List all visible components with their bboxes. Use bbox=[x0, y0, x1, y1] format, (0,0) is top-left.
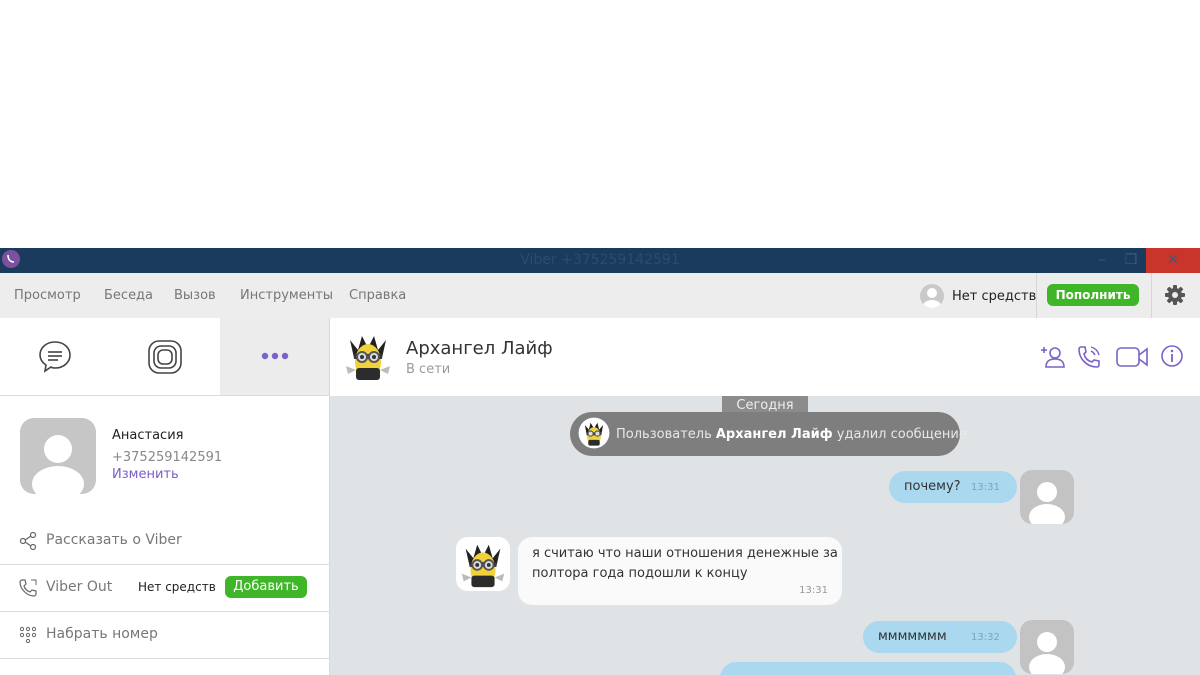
sidebar-item-share[interactable]: Рассказать о Viber bbox=[0, 518, 329, 565]
message-time: 13:31 bbox=[971, 482, 1000, 493]
sidebar-item[interactable] bbox=[0, 659, 329, 675]
tab-contacts[interactable] bbox=[110, 318, 220, 395]
window-title: Viber +375259142591 bbox=[520, 252, 680, 268]
outgoing-message[interactable]: ммммммм 13:32 bbox=[863, 621, 1017, 653]
outgoing-message[interactable]: почему? 13:31 bbox=[889, 471, 1017, 503]
menu-tools[interactable]: Инструменты bbox=[240, 288, 333, 303]
add-participant-icon[interactable] bbox=[1040, 344, 1066, 370]
call-icon[interactable] bbox=[1076, 344, 1102, 370]
menu-view[interactable]: Просмотр bbox=[14, 288, 81, 303]
sidebar-tabs bbox=[0, 318, 329, 396]
notice-text: Пользователь Архангел Лайф удалил сообще… bbox=[616, 427, 967, 442]
message-text: ммммммм bbox=[878, 629, 947, 644]
message-text: я считаю что наши отношения денежные за bbox=[532, 546, 838, 561]
tab-chats[interactable] bbox=[0, 318, 110, 395]
edit-profile-link[interactable]: Изменить bbox=[112, 467, 179, 482]
sidebar-item-label: Рассказать о Viber bbox=[46, 532, 182, 548]
account-balance[interactable]: Нет средств bbox=[920, 283, 1036, 309]
incoming-message[interactable]: я считаю что наши отношения денежные за … bbox=[518, 537, 842, 605]
account-avatar bbox=[920, 284, 944, 308]
add-credit-button[interactable]: Добавить bbox=[225, 576, 307, 598]
balance-text: Нет средств bbox=[952, 288, 1037, 304]
sidebar-item-label: Набрать номер bbox=[46, 626, 158, 642]
profile-name: Анастасия bbox=[112, 428, 184, 443]
close-button[interactable]: ✕ bbox=[1146, 248, 1200, 273]
gear-icon[interactable] bbox=[1164, 284, 1186, 306]
profile-phone: +375259142591 bbox=[112, 450, 223, 465]
sidebar: Анастасия +375259142591 Изменить Рассказ… bbox=[0, 318, 330, 675]
video-call-icon[interactable] bbox=[1115, 344, 1149, 370]
divider bbox=[1036, 273, 1037, 318]
chats-icon bbox=[39, 341, 71, 373]
title-bar: Viber +375259142591 – ❐ ✕ bbox=[0, 248, 1200, 273]
divider bbox=[1151, 273, 1152, 318]
menu-bar: Просмотр Беседа Вызов Инструменты Справк… bbox=[0, 273, 1200, 319]
contact-name: Архангел Лайф bbox=[406, 338, 553, 359]
menu-call[interactable]: Вызов bbox=[174, 288, 216, 303]
tab-more[interactable] bbox=[220, 318, 329, 395]
contact-avatar bbox=[578, 417, 610, 449]
message-text: почему? bbox=[904, 479, 961, 494]
sidebar-item-dial[interactable]: Набрать номер bbox=[0, 612, 329, 659]
avatar bbox=[1020, 470, 1074, 524]
avatar[interactable] bbox=[20, 418, 96, 494]
message-list[interactable]: Сегодня Пользователь Архангел Лайф удали… bbox=[330, 396, 1200, 675]
contact-status: В сети bbox=[406, 362, 451, 377]
minimize-button[interactable]: – bbox=[1088, 248, 1116, 273]
message-time: 13:32 bbox=[971, 632, 1000, 643]
profile-card: Анастасия +375259142591 Изменить bbox=[0, 396, 329, 516]
outgoing-message[interactable] bbox=[720, 662, 1016, 675]
sidebar-item-label: Viber Out bbox=[46, 579, 113, 595]
avatar bbox=[1020, 620, 1074, 674]
viber-window: Viber +375259142591 – ❐ ✕ Просмотр Бесед… bbox=[0, 248, 1200, 675]
chat-header: Архангел Лайф В сети bbox=[330, 318, 1200, 397]
contacts-icon bbox=[148, 340, 182, 374]
share-icon bbox=[19, 531, 37, 551]
menu-help[interactable]: Справка bbox=[349, 288, 406, 303]
phone-icon bbox=[19, 579, 37, 597]
system-notice: Пользователь Архангел Лайф удалил сообще… bbox=[570, 412, 967, 456]
dialpad-icon bbox=[19, 626, 37, 644]
contact-avatar[interactable] bbox=[340, 328, 396, 388]
more-icon bbox=[261, 352, 289, 360]
maximize-button[interactable]: ❐ bbox=[1116, 248, 1146, 273]
viber-out-balance: Нет средств bbox=[138, 580, 216, 594]
sidebar-item-viber-out[interactable]: Viber Out Нет средств Добавить bbox=[0, 565, 329, 612]
topup-button[interactable]: Пополнить bbox=[1047, 284, 1139, 306]
menu-conversation[interactable]: Беседа bbox=[104, 288, 153, 303]
message-text: полтора года подошли к концу bbox=[532, 566, 748, 581]
contact-avatar[interactable] bbox=[456, 537, 510, 595]
info-icon[interactable] bbox=[1160, 344, 1184, 368]
message-time: 13:31 bbox=[799, 585, 828, 596]
